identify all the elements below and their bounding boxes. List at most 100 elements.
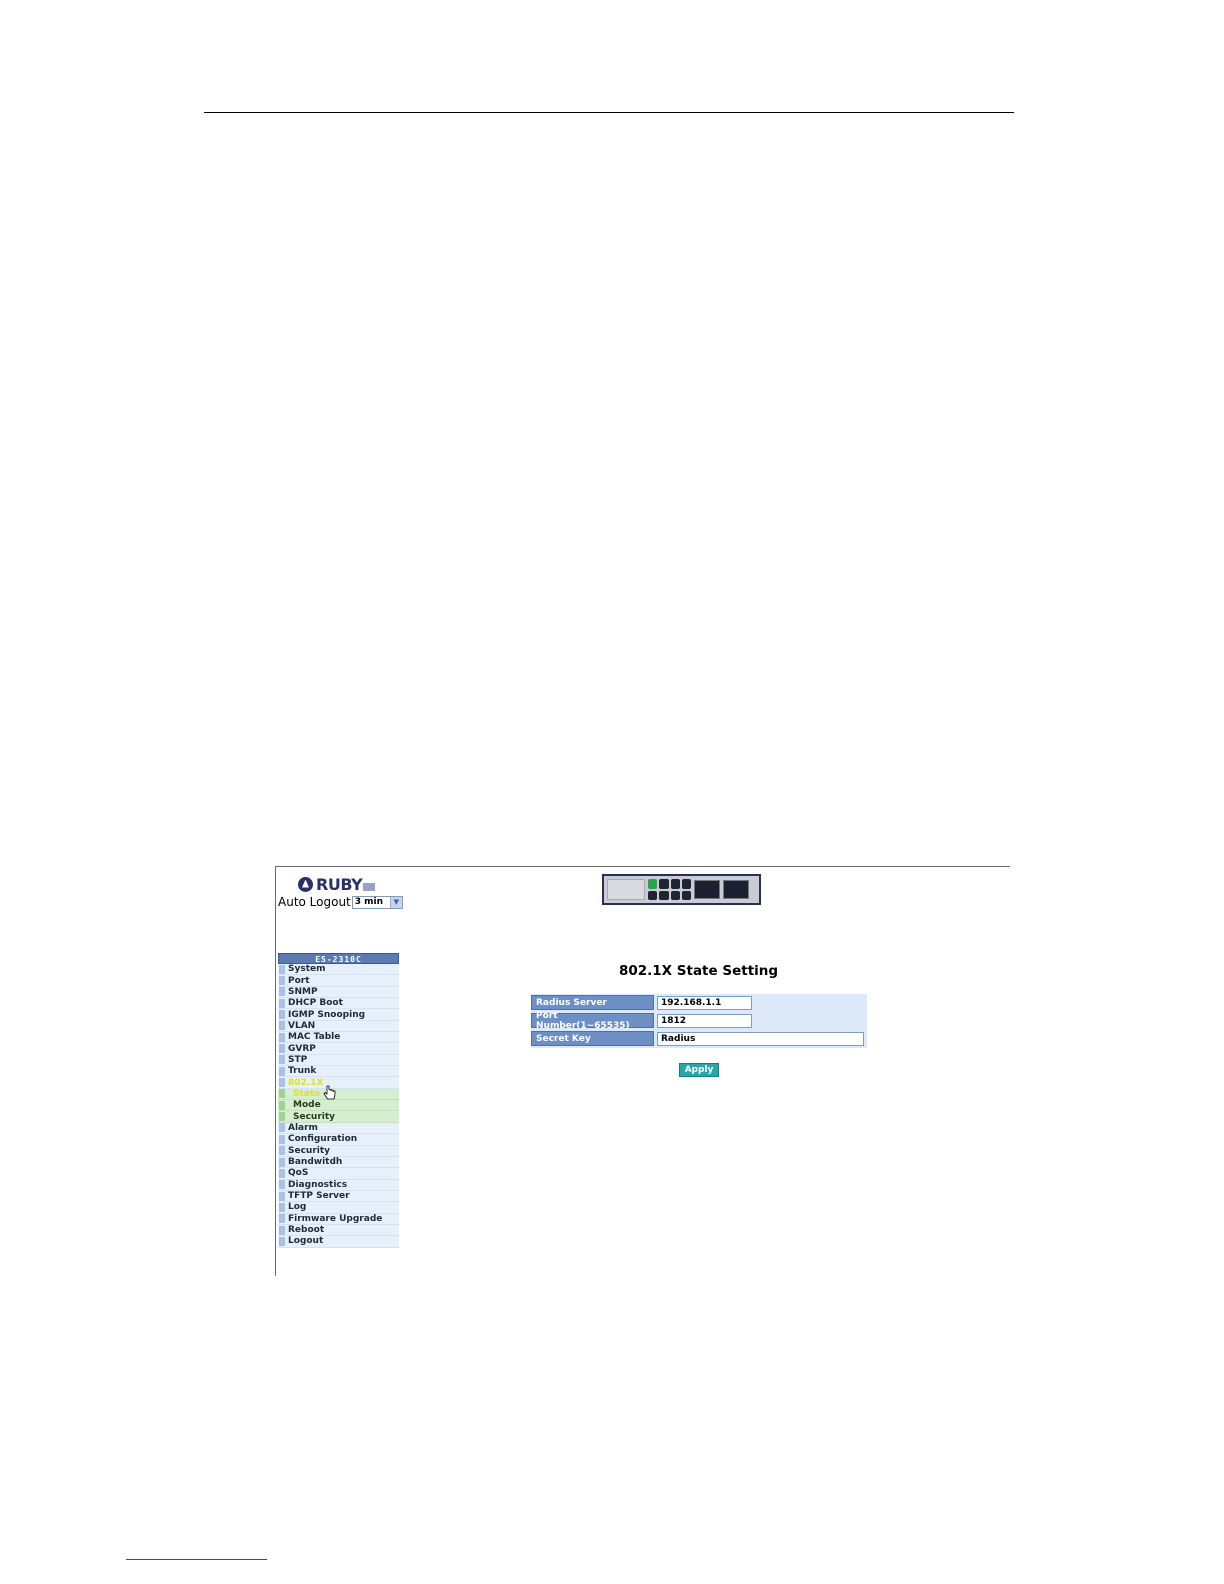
sidebar-item-gvrp[interactable]: GVRP [278,1043,399,1055]
sidebar-header: ES-2310C [278,953,399,964]
sidebar-item-security[interactable]: Security [278,1111,399,1123]
nav-bullet [279,1134,285,1144]
radius-server-input[interactable]: 192.168.1.1 [657,995,752,1010]
sidebar-item-label: Logout [288,1236,324,1247]
nav-bullet [279,1044,285,1054]
logo-text: RUBY [316,874,363,894]
nav-bullet [279,1089,285,1099]
sidebar-item-port[interactable]: Port [278,975,399,987]
sidebar-item-label: Port [288,975,310,986]
sidebar-item-diagnostics[interactable]: Diagnostics [278,1179,399,1191]
nav-bullet [279,1078,285,1088]
nav-bullet [279,1010,285,1020]
page-title: 802.1X State Setting [618,963,779,979]
sidebar-item-vlan[interactable]: VLAN [278,1020,399,1033]
secret-key-label: Secret Key [531,1031,654,1047]
sidebar-item-stp[interactable]: STP [278,1054,399,1067]
ruby-logo-icon [298,876,313,892]
sidebar-item-label: TFTP Server [288,1191,350,1202]
sidebar-item-mac-table[interactable]: MAC Table [278,1032,399,1044]
sidebar-item-label: DHCP Boot [288,998,343,1009]
sidebar-item-label: Security [293,1111,336,1122]
sidebar-item-label: Reboot [288,1225,325,1236]
sidebar-item-label: State [293,1088,321,1099]
sidebar-item-label: Trunk [288,1066,317,1077]
nav-bullet [279,1180,285,1190]
sidebar-item-system[interactable]: System [278,964,399,976]
port-number-row: Port Number(1~65535) 1812 [531,1011,867,1031]
nav-bullet [279,1146,285,1156]
radius-server-row: Radius Server 192.168.1.1 [531,994,867,1012]
sidebar-item-label: STP [288,1054,308,1065]
auto-logout: Auto Logout 3 min ▼ [278,895,403,909]
sidebar-item-qos[interactable]: QoS [278,1168,399,1180]
sidebar-item-label: Diagnostics [288,1179,348,1190]
nav-bullet [279,1225,285,1235]
sidebar-item-tftp-server[interactable]: TFTP Server [278,1190,399,1203]
sidebar-item-dhcp-boot[interactable]: DHCP Boot [278,998,399,1010]
nav-bullet [279,1112,285,1122]
sidebar-item-security[interactable]: Security [278,1145,399,1157]
nav-bullet [279,1157,285,1167]
sidebar-item-alarm[interactable]: Alarm [278,1122,399,1135]
nav-bullet [279,998,285,1008]
sidebar-item-trunk[interactable]: Trunk [278,1066,399,1078]
nav-bullet [279,1021,285,1031]
sidebar-item-log[interactable]: Log [278,1202,399,1214]
sidebar-item-label: VLAN [288,1020,316,1031]
sidebar-item-state[interactable]: State [278,1085,399,1101]
screenshot-frame: RUBY Auto Logout 3 min ▼ ES-2310C System… [275,866,1010,1276]
sidebar-item-label: Security [288,1145,331,1156]
auto-logout-label: Auto Logout [278,895,351,909]
apply-button[interactable]: Apply [679,1063,719,1077]
sidebar-item-label: Configuration [288,1134,358,1145]
sidebar-item-label: Alarm [288,1122,318,1133]
nav-bullet [279,1202,285,1212]
switch-device-image [602,874,761,905]
nav-bullet [279,964,285,974]
sidebar-item-label: SNMP [288,986,318,997]
sidebar-item-label: System [288,964,326,975]
nav-bullet [279,1191,285,1201]
page-header-rule [204,112,1014,113]
sidebar-item-reboot[interactable]: Reboot [278,1224,399,1237]
sidebar-item-label: MAC Table [288,1032,341,1043]
nav-bullet [279,976,285,986]
chevron-down-icon[interactable]: ▼ [389,896,402,908]
nav-bullet [279,1214,285,1224]
sidebar-item-label: IGMP Snooping [288,1009,366,1020]
hand-pointer-icon [323,1085,336,1100]
sidebar-item-bandwitdh[interactable]: Bandwitdh [278,1156,399,1169]
sidebar-item-firmware-upgrade[interactable]: Firmware Upgrade [278,1213,399,1225]
sidebar-item-label: 802.1X [288,1077,324,1088]
sidebar-item-igmp-snooping[interactable]: IGMP Snooping [278,1009,399,1021]
state-setting-form: Radius Server 192.168.1.1 Port Number(1~… [531,994,867,1048]
nav-bullet [279,1100,285,1110]
sidebar-item-label: Mode [293,1100,321,1111]
ruby-logo: RUBY [298,874,376,894]
sidebar-item-mode[interactable]: Mode [278,1100,399,1112]
sidebar-item-label: Bandwitdh [288,1157,343,1168]
sidebar-item-label: Log [288,1202,307,1213]
secret-key-input[interactable]: Radius [657,1031,864,1046]
sidebar-item-label: GVRP [288,1043,316,1054]
sidebar-item-logout[interactable]: Logout [278,1236,399,1248]
footer-link-underline [126,1559,267,1560]
radius-server-label: Radius Server [531,995,654,1011]
auto-logout-value: 3 min [354,897,384,907]
sidebar-item-snmp[interactable]: SNMP [278,986,399,999]
sidebar-item-configuration[interactable]: Configuration [278,1134,399,1146]
sidebar-item-label: QoS [288,1168,309,1179]
nav-bullet [279,1055,285,1065]
port-number-input[interactable]: 1812 [657,1013,752,1028]
nav-bullet [279,1123,285,1133]
auto-logout-select[interactable]: 3 min ▼ [351,895,403,909]
port-number-label: Port Number(1~65535) [531,1011,654,1031]
nav-list: System Port SNMP DHCP Boot IGMP Snooping VLAN… [278,964,399,1248]
sidebar-item-label: Firmware Upgrade [288,1213,383,1224]
sidebar-nav: ES-2310C System Port SNMP DHCP Boot IGMP Sno… [278,953,399,1248]
nav-bullet [279,1236,285,1246]
sidebar-item-802-1x[interactable]: 802.1X [278,1077,399,1089]
secret-key-row: Secret Key Radius [531,1030,867,1048]
logo-badge [363,883,376,891]
